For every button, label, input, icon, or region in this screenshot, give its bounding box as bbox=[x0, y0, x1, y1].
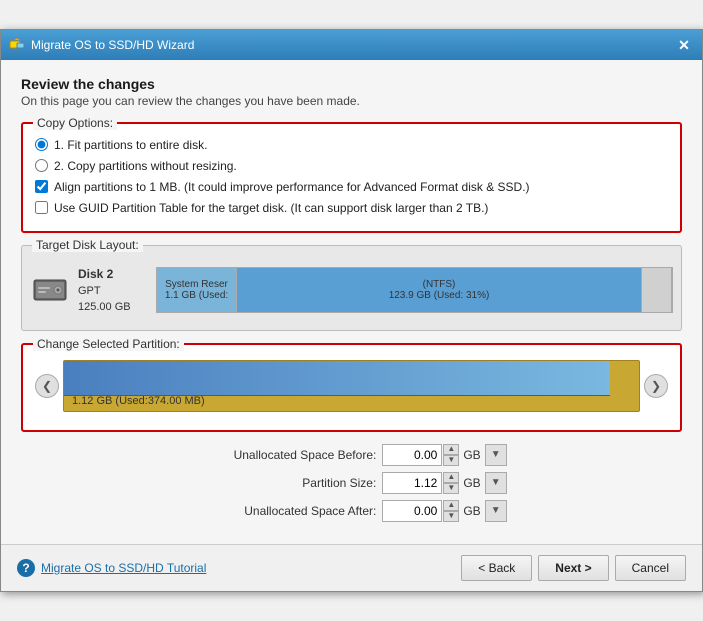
unallocated-before-up[interactable]: ▲ bbox=[443, 444, 459, 455]
help-icon: ? bbox=[17, 559, 35, 577]
check1-label: Align partitions to 1 MB. (It could impr… bbox=[54, 179, 530, 196]
partition-slider-row: ❮ 1.12 GB (Used:374.00 MB) ❯ bbox=[35, 360, 668, 412]
disk-layout-inner: Disk 2 GPT 125.00 GB System Reser 1.1 GB… bbox=[22, 255, 681, 330]
partition-size-spinners: ▲ ▼ bbox=[443, 472, 459, 494]
check2-row: Use GUID Partition Table for the target … bbox=[35, 200, 668, 217]
unallocated-before-input[interactable] bbox=[382, 444, 442, 466]
disk-name: Disk 2 bbox=[78, 265, 148, 283]
option2-radio[interactable] bbox=[35, 159, 48, 172]
unallocated-after-unit: GB bbox=[463, 504, 480, 518]
option1-radio[interactable] bbox=[35, 138, 48, 151]
option1-label: 1. Fit partitions to entire disk. bbox=[54, 137, 207, 154]
partition-size-label: 1.12 GB (Used:374.00 MB) bbox=[72, 395, 205, 407]
page-subtext: On this page you can review the changes … bbox=[21, 94, 682, 108]
partition-size-label-text: Partition Size: bbox=[196, 476, 376, 490]
partition-size-row: Partition Size: ▲ ▼ GB ▼ bbox=[21, 472, 682, 494]
unallocated-before-dropdown[interactable]: ▼ bbox=[485, 444, 507, 466]
copy-options-section: Copy Options: 1. Fit partitions to entir… bbox=[21, 122, 682, 232]
hard-disk-icon bbox=[32, 276, 68, 304]
target-disk-title: Target Disk Layout: bbox=[32, 238, 143, 252]
check2-label: Use GUID Partition Table for the target … bbox=[54, 200, 488, 217]
partition-size-down[interactable]: ▼ bbox=[443, 483, 459, 494]
partition-visual: 1.12 GB (Used:374.00 MB) bbox=[63, 360, 640, 412]
unallocated-before-spinners: ▲ ▼ bbox=[443, 444, 459, 466]
footer-buttons: < Back Next > Cancel bbox=[461, 555, 686, 581]
target-disk-section: Target Disk Layout: bbox=[21, 245, 682, 331]
system-partition-size: 1.1 GB (Used: bbox=[165, 290, 228, 301]
unallocated-after-row: Unallocated Space After: ▲ ▼ GB ▼ bbox=[21, 500, 682, 522]
unallocated-before-label: Unallocated Space Before: bbox=[196, 448, 376, 462]
unallocated-after-down[interactable]: ▼ bbox=[443, 511, 459, 522]
close-button[interactable]: ✕ bbox=[674, 35, 694, 55]
content-area: Review the changes On this page you can … bbox=[1, 60, 702, 543]
disk-row: Disk 2 GPT 125.00 GB System Reser 1.1 GB… bbox=[30, 259, 673, 322]
page-heading: Review the changes bbox=[21, 76, 682, 92]
partition-size-dropdown[interactable]: ▼ bbox=[485, 472, 507, 494]
unallocated-after-dropdown[interactable]: ▼ bbox=[485, 500, 507, 522]
copy-options-title: Copy Options: bbox=[33, 116, 117, 130]
unallocated-before-unit: GB bbox=[463, 448, 480, 462]
guid-checkbox[interactable] bbox=[35, 201, 48, 214]
window-title: Migrate OS to SSD/HD Wizard bbox=[31, 38, 194, 52]
back-button[interactable]: < Back bbox=[461, 555, 532, 581]
check1-row: Align partitions to 1 MB. (It could impr… bbox=[35, 179, 668, 196]
disk-icon-container bbox=[30, 274, 70, 306]
tutorial-link-text: Migrate OS to SSD/HD Tutorial bbox=[41, 561, 206, 575]
unallocated-after-up[interactable]: ▲ bbox=[443, 500, 459, 511]
cancel-button[interactable]: Cancel bbox=[615, 555, 686, 581]
app-icon bbox=[9, 37, 25, 53]
main-window: Migrate OS to SSD/HD Wizard ✕ Review the… bbox=[0, 29, 703, 591]
next-button[interactable]: Next > bbox=[538, 555, 608, 581]
partition-size-up[interactable]: ▲ bbox=[443, 472, 459, 483]
system-partition[interactable]: System Reser 1.1 GB (Used: bbox=[157, 268, 237, 312]
right-arrow-button[interactable]: ❯ bbox=[644, 374, 668, 398]
unallocated-before-down[interactable]: ▼ bbox=[443, 455, 459, 466]
titlebar-left: Migrate OS to SSD/HD Wizard bbox=[9, 37, 194, 53]
partition-fill-bar bbox=[64, 361, 610, 396]
copy-options-inner: 1. Fit partitions to entire disk. 2. Cop… bbox=[23, 133, 680, 230]
change-partition-section: Change Selected Partition: ❮ 1.12 GB (Us… bbox=[21, 343, 682, 432]
unallocated-after-spinners: ▲ ▼ bbox=[443, 500, 459, 522]
option2-row: 2. Copy partitions without resizing. bbox=[35, 158, 668, 175]
partition-size-unit: GB bbox=[463, 476, 480, 490]
system-partition-name: System Reser bbox=[165, 279, 228, 290]
unallocated-before-row: Unallocated Space Before: ▲ ▼ GB ▼ bbox=[21, 444, 682, 466]
unalloc-partition bbox=[642, 268, 672, 312]
main-partition[interactable]: (NTFS) 123.9 GB (Used: 31%) bbox=[237, 268, 642, 312]
spinners-area: Unallocated Space Before: ▲ ▼ GB ▼ Parti… bbox=[21, 444, 682, 522]
partitions-bar: System Reser 1.1 GB (Used: (NTFS) 123.9 … bbox=[156, 267, 673, 313]
change-partition-inner: ❮ 1.12 GB (Used:374.00 MB) ❯ bbox=[23, 354, 680, 430]
left-arrow-button[interactable]: ❮ bbox=[35, 374, 59, 398]
disk-size: 125.00 GB bbox=[78, 299, 148, 316]
tutorial-link[interactable]: ? Migrate OS to SSD/HD Tutorial bbox=[17, 559, 206, 577]
unallocated-after-input[interactable] bbox=[382, 500, 442, 522]
disk-info: Disk 2 GPT 125.00 GB bbox=[78, 265, 148, 316]
unallocated-after-label: Unallocated Space After: bbox=[196, 504, 376, 518]
align-checkbox[interactable] bbox=[35, 180, 48, 193]
footer: ? Migrate OS to SSD/HD Tutorial < Back N… bbox=[1, 544, 702, 591]
partition-size-input[interactable] bbox=[382, 472, 442, 494]
option2-label: 2. Copy partitions without resizing. bbox=[54, 158, 237, 175]
option1-row: 1. Fit partitions to entire disk. bbox=[35, 137, 668, 154]
main-partition-size: 123.9 GB (Used: 31%) bbox=[389, 290, 490, 301]
disk-type: GPT bbox=[78, 283, 148, 300]
change-partition-title: Change Selected Partition: bbox=[33, 337, 184, 351]
main-partition-name: (NTFS) bbox=[423, 279, 456, 290]
titlebar: Migrate OS to SSD/HD Wizard ✕ bbox=[1, 30, 702, 60]
